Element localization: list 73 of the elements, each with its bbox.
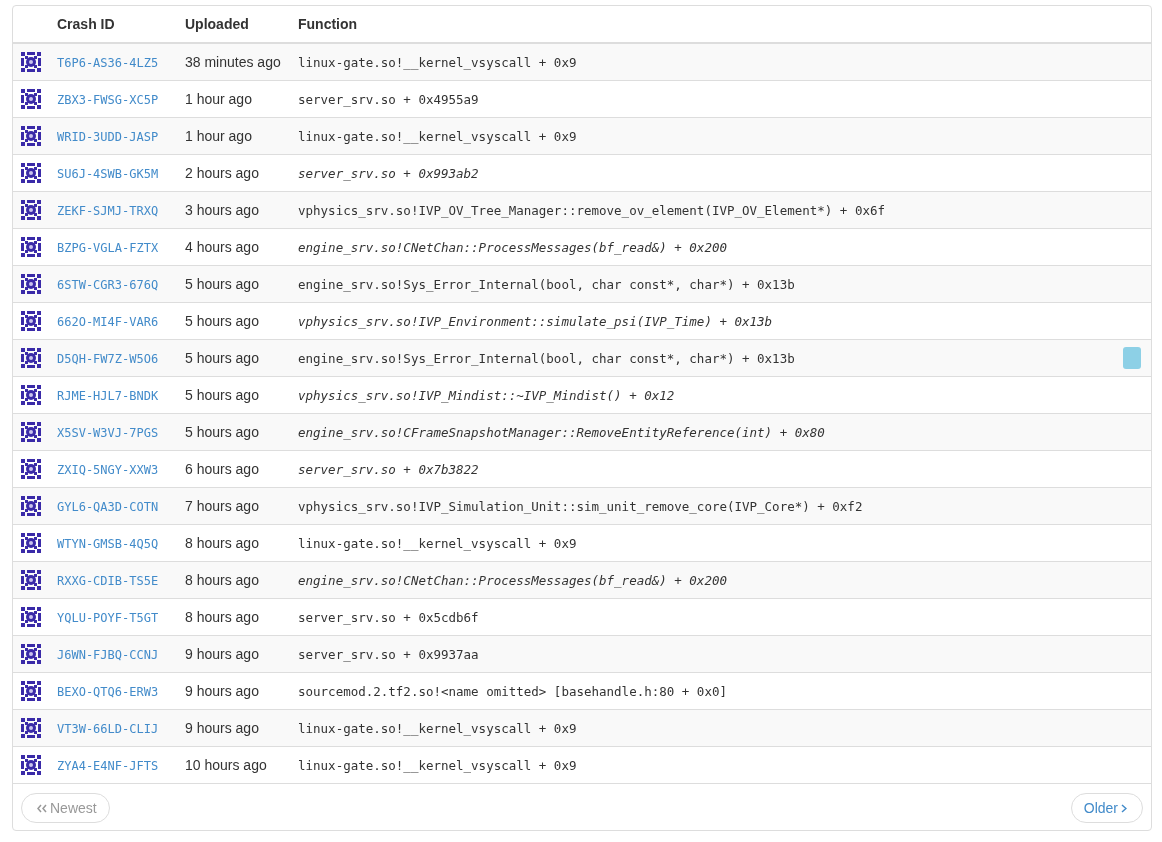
function-name: vphysics_srv.so!IVP_Environment::simulate_psi(IVP_Time) + 0x13b	[298, 313, 773, 329]
crash-id-link[interactable]: ZXIQ-5NGY-XXW3	[57, 463, 159, 477]
function-name: vphysics_srv.so!IVP_Mindist::~IVP_Mindist() + 0x12	[298, 387, 675, 403]
crash-id-link[interactable]: ZYA4-E4NF-JFTS	[57, 759, 159, 773]
avatar-pattern-icon	[21, 718, 41, 738]
function-name: engine_srv.so!Sys_Error_Internal(bool, char const*, char*) + 0x13b	[298, 276, 795, 292]
upload-time: 2 hours ago	[185, 165, 259, 181]
upload-time: 9 hours ago	[185, 720, 259, 736]
avatar-pattern-icon	[21, 126, 41, 146]
crash-id-link[interactable]: RJME-HJL7-BNDK	[57, 389, 159, 403]
avatar-pattern-icon	[21, 496, 41, 516]
crash-id-link[interactable]: YQLU-POYF-T5GT	[57, 611, 159, 625]
upload-time: 6 hours ago	[185, 461, 259, 477]
avatar-pattern-icon	[21, 422, 41, 442]
crash-id-link[interactable]: ZBX3-FWSG-XC5P	[57, 93, 159, 107]
function-name: linux-gate.so!__kernel_vsyscall + 0x9	[298, 54, 577, 70]
function-name: linux-gate.so!__kernel_vsyscall + 0x9	[298, 535, 577, 551]
upload-time: 5 hours ago	[185, 276, 259, 292]
avatar-pattern-icon	[21, 52, 41, 72]
avatar-pattern-icon	[21, 459, 41, 479]
upload-time: 3 hours ago	[185, 202, 259, 218]
avatar-pattern-icon	[21, 163, 41, 183]
function-name: linux-gate.so!__kernel_vsyscall + 0x9	[298, 128, 577, 144]
older-button[interactable]: Older	[1070, 793, 1143, 823]
upload-time: 10 hours ago	[185, 757, 267, 773]
upload-time: 5 hours ago	[185, 350, 259, 366]
avatar-pattern-icon	[21, 570, 41, 590]
function-name: linux-gate.so!__kernel_vsyscall + 0x9	[298, 720, 577, 736]
function-name: engine_srv.so!CNetChan::ProcessMessages(bf_read&) + 0x200	[298, 572, 727, 588]
function-name: engine_srv.so!Sys_Error_Internal(bool, char const*, char*) + 0x13b	[298, 350, 795, 366]
function-name: server_srv.so + 0x5cdb6f	[298, 609, 479, 625]
avatar-pattern-icon	[21, 385, 41, 405]
avatar-pattern-icon	[21, 89, 41, 109]
function-name: vphysics_srv.so!IVP_OV_Tree_Manager::remove_ov_element(IVP_OV_Element*) + 0x6f	[298, 202, 885, 218]
upload-time: 5 hours ago	[185, 387, 259, 403]
function-name: engine_srv.so!CNetChan::ProcessMessages(bf_read&) + 0x200	[298, 239, 727, 255]
avatar-pattern-icon	[21, 681, 41, 701]
upload-time: 8 hours ago	[185, 535, 259, 551]
avatar-pattern-icon	[21, 348, 41, 368]
avatar-pattern-icon	[21, 644, 41, 664]
avatar-pattern-icon	[21, 755, 41, 775]
crash-id-link[interactable]: SU6J-4SWB-GK5M	[57, 167, 159, 181]
function-name: vphysics_srv.so!IVP_Simulation_Unit::sim_unit_remove_core(IVP_Core*) + 0xf2	[298, 498, 863, 514]
upload-time: 5 hours ago	[185, 424, 259, 440]
function-name: engine_srv.so!CFrameSnapshotManager::RemoveEntityReference(int) + 0x80	[298, 424, 825, 440]
crash-id-link[interactable]: 662O-MI4F-VAR6	[57, 315, 159, 329]
function-name: server_srv.so + 0x993ab2	[298, 165, 479, 181]
upload-time: 5 hours ago	[185, 313, 259, 329]
upload-time: 1 hour ago	[185, 128, 252, 144]
double-chevron-left-icon	[37, 804, 47, 813]
avatar-pattern-icon	[21, 200, 41, 220]
crash-id-link[interactable]: BZPG-VGLA-FZTX	[57, 241, 159, 255]
upload-time: 9 hours ago	[185, 646, 259, 662]
upload-time: 4 hours ago	[185, 239, 259, 255]
crash-id-link[interactable]: BEXO-QTQ6-ERW3	[57, 685, 159, 699]
upload-time: 9 hours ago	[185, 683, 259, 699]
avatar-pattern-icon	[21, 274, 41, 294]
avatar-pattern-icon	[21, 237, 41, 257]
function-name: linux-gate.so!__kernel_vsyscall + 0x9	[298, 757, 577, 773]
upload-time: 1 hour ago	[185, 91, 252, 107]
chevron-right-icon	[1121, 804, 1127, 813]
function-name: server_srv.so + 0x7b3822	[298, 461, 479, 477]
avatar-pattern-icon	[21, 533, 41, 553]
upload-time: 7 hours ago	[185, 498, 259, 514]
avatar-pattern-icon	[21, 607, 41, 627]
function-name: sourcemod.2.tf2.so!<name omitted> [basehandle.h:80 + 0x0]	[298, 683, 727, 699]
function-name: server_srv.so + 0x4955a9	[298, 91, 479, 107]
upload-time: 38 minutes ago	[185, 54, 281, 70]
avatar-pattern-icon	[21, 311, 41, 331]
upload-time: 8 hours ago	[185, 572, 259, 588]
upload-time: 8 hours ago	[185, 609, 259, 625]
crash-id-link[interactable]: WTYN-GMSB-4Q5Q	[57, 537, 159, 551]
function-name: server_srv.so + 0x9937aa	[298, 646, 479, 662]
